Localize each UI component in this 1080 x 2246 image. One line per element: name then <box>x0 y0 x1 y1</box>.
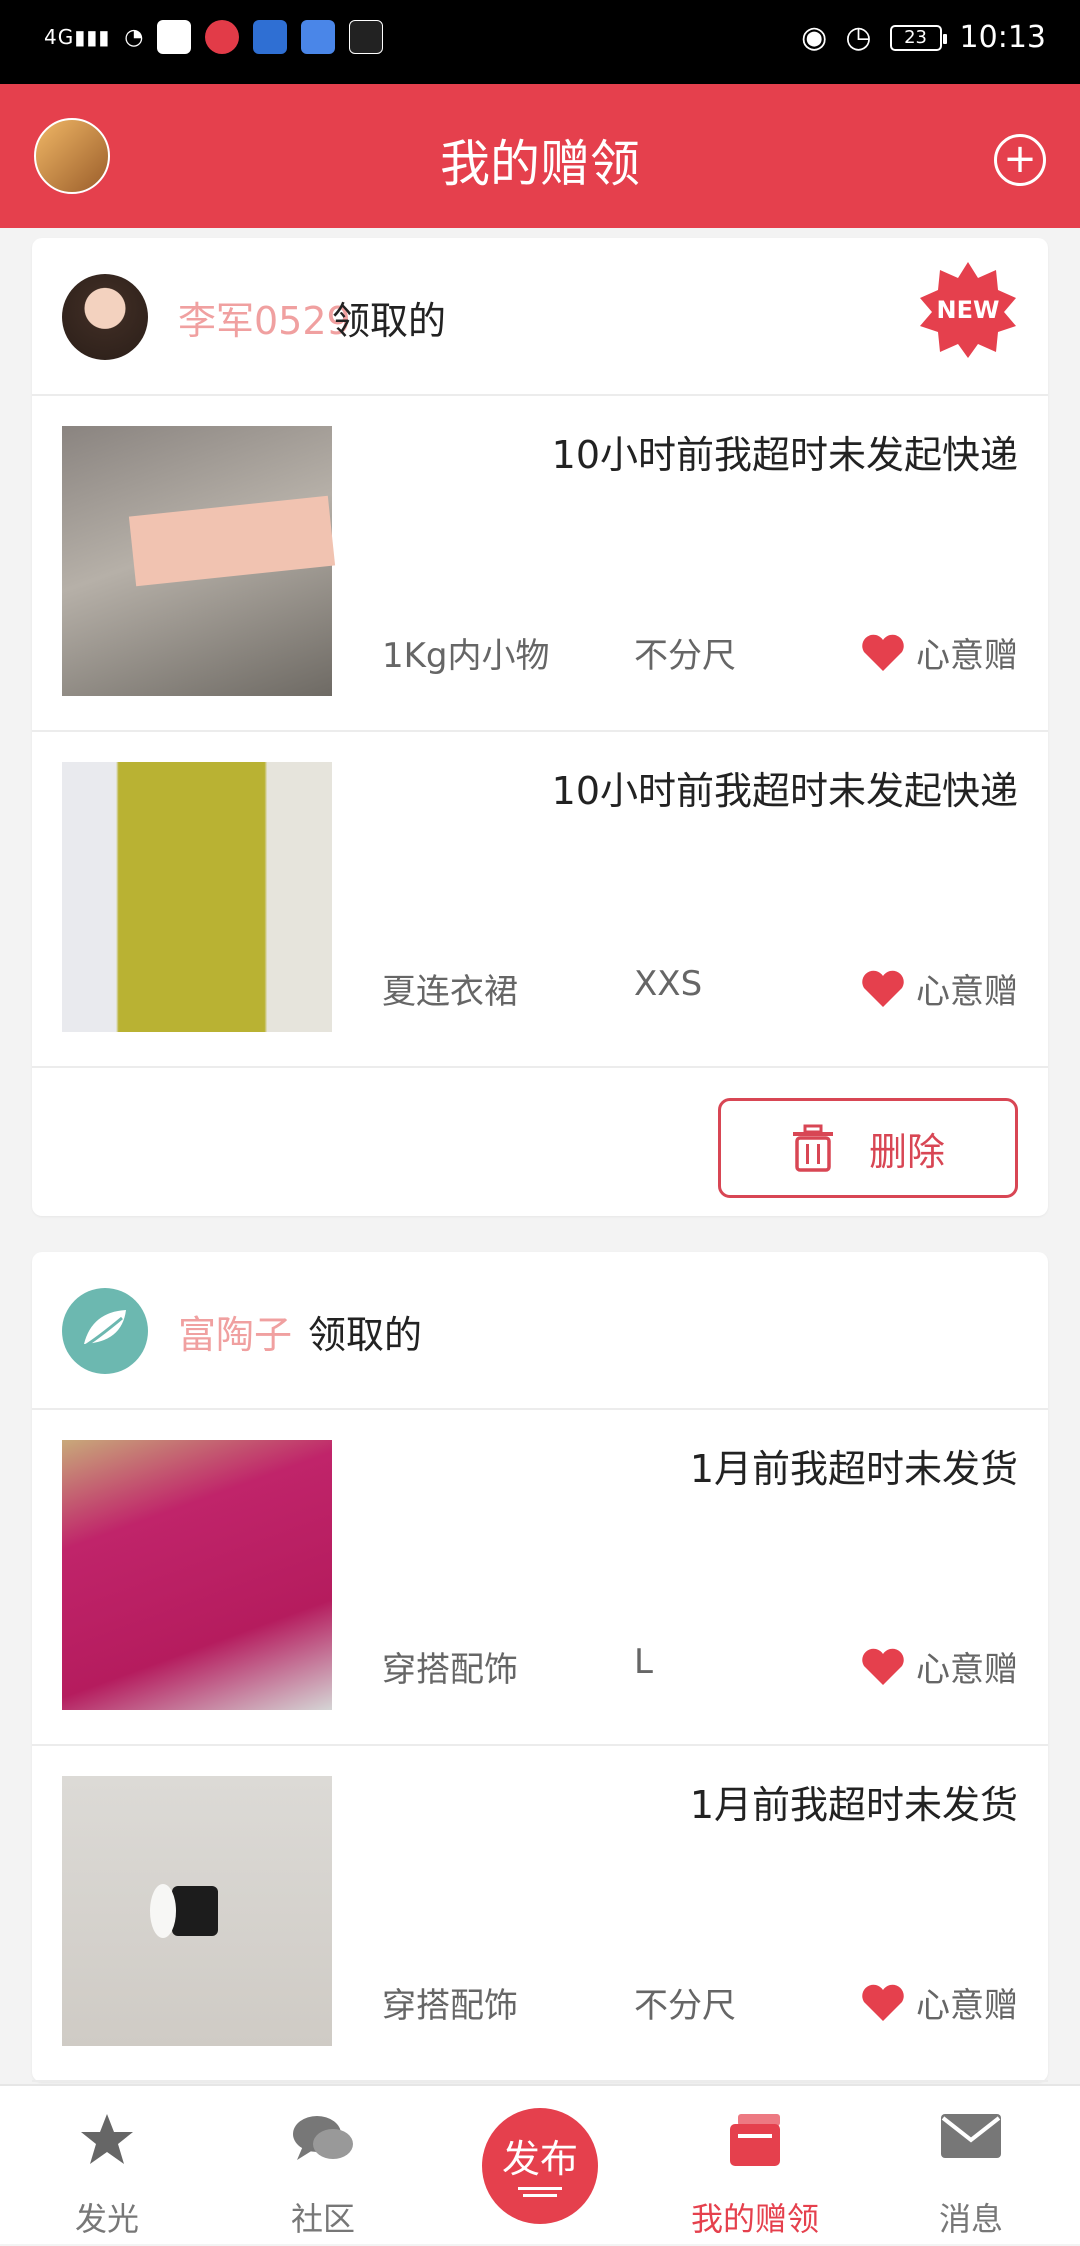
gift-label: 心意赠 <box>916 636 1018 676</box>
gift-type: 心意赠 <box>860 1642 1018 1691</box>
publish-icon <box>518 2187 562 2190</box>
list-item[interactable]: 1月前我超时未发货 穿搭配饰 不分尺 心意赠 <box>32 1746 1048 2082</box>
item-photo[interactable] <box>62 762 332 1032</box>
receipt-card: 李军0529 领取的 NEW 10小时前我超时未发起快递 1Kg内小物 不分尺 … <box>32 238 1048 1216</box>
publish-label: 发布 <box>501 2137 578 2181</box>
card-footer: 删除 <box>32 1068 1048 1216</box>
gift-type: 心意赠 <box>860 1978 1018 2027</box>
status-bar: 4G▮▮▮ ◔ ◉ ◷ 23 10:13 <box>0 0 1080 84</box>
gift-label: 心意赠 <box>916 972 1018 1012</box>
tab-label: 我的赠领 <box>690 2200 819 2238</box>
new-badge: NEW <box>918 260 1018 360</box>
username[interactable]: 李军0529 <box>178 290 351 345</box>
battery-icon: 23 <box>889 24 947 51</box>
tab-label: 发光 <box>74 2200 139 2238</box>
item-size: 不分尺 <box>634 1986 736 2026</box>
item-status: 10小时前我超时未发起快递 <box>551 769 1018 813</box>
item-size: XXS <box>634 964 703 1004</box>
card-header: 李军0529 领取的 NEW <box>32 238 1048 396</box>
signal-icon: 4G▮▮▮ <box>44 25 111 49</box>
publish-button[interactable]: 发布 <box>482 2108 598 2224</box>
app-notify-icon <box>205 20 240 54</box>
publish-icon-line <box>523 2194 557 2197</box>
chat-icon <box>293 2116 353 2160</box>
item-category: 1Kg内小物 <box>382 636 550 676</box>
app-globe-icon <box>301 20 336 54</box>
tab-label: 社区 <box>290 2200 355 2238</box>
tab-glow[interactable]: 发光 <box>27 2086 187 2246</box>
bottom-tab-bar: 发光 社区 发布 我的赠领 消息 <box>0 2084 1080 2244</box>
action-text: 领取的 <box>332 299 447 343</box>
tab-my-gifts[interactable]: 我的赠领 <box>675 2086 835 2246</box>
alarm-icon: ◷ <box>845 20 872 55</box>
status-left: 4G▮▮▮ ◔ <box>44 20 384 54</box>
item-status: 10小时前我超时未发起快递 <box>551 433 1018 477</box>
wifi-icon: ◔ <box>124 24 144 50</box>
item-size: 不分尺 <box>634 636 736 676</box>
shield-icon <box>253 20 288 54</box>
tab-label: 消息 <box>938 2200 1003 2238</box>
content-list: 李军0529 领取的 NEW 10小时前我超时未发起快递 1Kg内小物 不分尺 … <box>32 238 1048 2118</box>
item-status: 1月前我超时未发货 <box>689 1783 1018 1827</box>
item-photo[interactable] <box>62 1776 332 2046</box>
status-right: ◉ ◷ 23 10:13 <box>801 20 1046 55</box>
activity-icon <box>157 20 192 54</box>
item-category: 夏连衣裙 <box>382 972 518 1012</box>
list-item[interactable]: 10小时前我超时未发起快递 1Kg内小物 不分尺 心意赠 <box>32 396 1048 732</box>
user-avatar[interactable] <box>62 1288 148 1374</box>
delete-label: 删除 <box>868 1129 945 1174</box>
item-category: 穿搭配饰 <box>382 1986 518 2026</box>
gift-type: 心意赠 <box>860 964 1018 1013</box>
receipt-card: 富陶子 领取的 1月前我超时未发货 穿搭配饰 L 心意赠 1月前我超时未发货 穿… <box>32 1252 1048 2082</box>
item-photo[interactable] <box>62 426 336 696</box>
username[interactable]: 富陶子 <box>178 1304 292 1359</box>
trash-icon <box>792 1124 833 1172</box>
item-photo[interactable] <box>62 1440 332 1710</box>
clock-time: 10:13 <box>959 20 1046 55</box>
tab-community[interactable]: 社区 <box>243 2086 403 2246</box>
add-icon[interactable]: + <box>994 134 1046 186</box>
gift-type: 心意赠 <box>860 628 1018 677</box>
mail-icon <box>941 2114 1001 2158</box>
page-title: 我的赠领 <box>440 135 640 193</box>
tab-messages[interactable]: 消息 <box>891 2086 1051 2246</box>
tiktok-icon <box>349 20 384 54</box>
star-icon <box>81 2114 133 2164</box>
heart-icon <box>862 634 904 671</box>
list-item[interactable]: 10小时前我超时未发起快递 夏连衣裙 XXS 心意赠 <box>32 732 1048 1068</box>
user-avatar[interactable] <box>62 274 148 360</box>
gift-label: 心意赠 <box>916 1986 1018 2026</box>
gift-label: 心意赠 <box>916 1650 1018 1690</box>
eye-icon: ◉ <box>801 20 828 55</box>
heart-icon <box>862 970 904 1007</box>
list-item[interactable]: 1月前我超时未发货 穿搭配饰 L 心意赠 <box>32 1410 1048 1746</box>
card-header: 富陶子 领取的 <box>32 1252 1048 1410</box>
item-size: L <box>634 1642 653 1682</box>
heart-icon <box>862 1984 904 2021</box>
item-status: 1月前我超时未发货 <box>689 1447 1018 1491</box>
gift-box-icon <box>730 2114 780 2166</box>
action-text: 领取的 <box>308 1313 423 1357</box>
delete-button[interactable]: 删除 <box>718 1098 1018 1198</box>
app-header: 我的赠领 + <box>0 84 1080 228</box>
heart-icon <box>862 1648 904 1685</box>
item-category: 穿搭配饰 <box>382 1650 518 1690</box>
